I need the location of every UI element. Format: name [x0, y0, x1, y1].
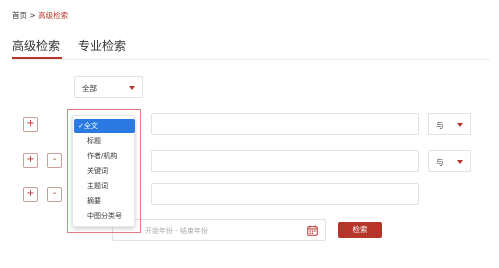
- scope-select[interactable]: 全部: [74, 76, 143, 98]
- remove-row-button-3[interactable]: -: [47, 187, 62, 202]
- dropdown-option-subject[interactable]: 主题词: [74, 179, 135, 193]
- dropdown-option-fulltext[interactable]: ✓全文: [74, 119, 135, 133]
- field-dropdown-menu: ✓全文 标题 作者/机构 关键词 主题词 摘要 中图分类号: [72, 115, 135, 227]
- connector-select-2-value: 与: [436, 158, 444, 167]
- dropdown-option-abstract[interactable]: 摘要: [74, 194, 135, 208]
- search-button[interactable]: 检索: [338, 222, 382, 238]
- add-row-button-3[interactable]: +: [23, 187, 38, 202]
- dropdown-option-author-org[interactable]: 作者/机构: [74, 149, 135, 163]
- chevron-down-icon: [457, 160, 463, 164]
- calendar-icon[interactable]: [307, 225, 318, 236]
- dropdown-option-clc[interactable]: 中图分类号: [74, 209, 135, 223]
- tab-professional-search[interactable]: 专业检索: [78, 37, 126, 54]
- search-term-input-1[interactable]: [151, 113, 419, 135]
- connector-select-1[interactable]: 与: [428, 113, 471, 135]
- year-range-placeholder: 开始年份 - 结束年份: [145, 227, 208, 235]
- remove-row-button-2[interactable]: -: [47, 153, 62, 168]
- dropdown-option-keywords[interactable]: 关键词: [74, 164, 135, 178]
- connector-select-1-value: 与: [436, 121, 444, 130]
- chevron-down-icon: [457, 123, 463, 127]
- connector-select-2[interactable]: 与: [428, 150, 471, 172]
- breadcrumb: 首页 > 高级检索: [12, 10, 68, 21]
- add-row-button-2[interactable]: +: [23, 153, 38, 168]
- breadcrumb-current: 高级检索: [38, 11, 69, 20]
- scope-select-value: 全部: [82, 84, 97, 93]
- dropdown-option-title[interactable]: 标题: [74, 134, 135, 148]
- search-term-input-2[interactable]: [151, 150, 419, 172]
- breadcrumb-separator: >: [29, 11, 36, 20]
- chevron-down-icon: [129, 86, 135, 90]
- breadcrumb-home[interactable]: 首页: [12, 11, 27, 20]
- add-row-button-1[interactable]: +: [23, 117, 38, 132]
- tab-divider: [12, 59, 490, 60]
- year-range-input[interactable]: 开始年份 - 结束年份: [112, 219, 326, 241]
- search-term-input-3[interactable]: [151, 183, 419, 205]
- tab-advanced-search[interactable]: 高级检索: [12, 37, 60, 54]
